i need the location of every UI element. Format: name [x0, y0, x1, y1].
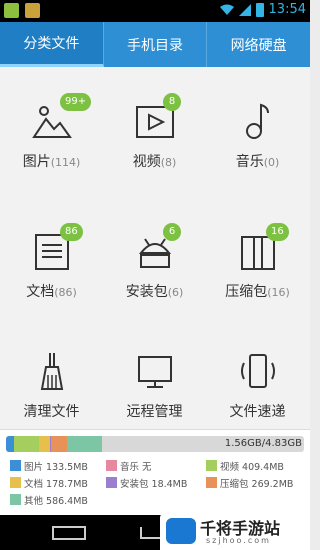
badge-archives: 16	[266, 223, 289, 241]
category-label: 图片	[22, 154, 51, 170]
watermark-logo	[166, 518, 196, 544]
storage-segment	[14, 436, 39, 452]
legend-apks: 安装包 18.4MB	[106, 477, 188, 490]
legend-label: 安装包 18.4MB	[120, 479, 188, 490]
legend-swatch	[10, 477, 21, 488]
category-archives[interactable]: 16 压缩包(16)	[206, 197, 309, 317]
storage-panel: 1.56GB/4.83GB 图片 133.5MB 音乐 无 视频 409.4MB…	[0, 429, 310, 515]
monitor-icon	[137, 356, 172, 388]
category-apks[interactable]: 6 安装包(6)	[103, 197, 206, 317]
storage-segment	[67, 436, 102, 452]
category-remote[interactable]: 远程管理	[103, 317, 206, 437]
legend-swatch	[106, 477, 117, 488]
legend-documents: 文档 178.7MB	[10, 477, 88, 490]
category-transfer[interactable]: 文件速递	[206, 317, 309, 437]
tab-phone-directory[interactable]: 手机目录	[104, 22, 208, 67]
category-grid: 99+ 图片(114) 8 视频(8) 音乐(0) 86 文档(86) 6 安装…	[0, 67, 310, 429]
phone-transfer-icon	[240, 354, 275, 388]
category-images[interactable]: 99+ 图片(114)	[0, 67, 103, 187]
category-count: (6)	[167, 286, 184, 299]
battery-icon	[255, 2, 264, 17]
android-icon	[4, 3, 19, 18]
badge-videos: 8	[163, 93, 181, 111]
category-count: (86)	[54, 286, 77, 299]
signal-icon	[238, 3, 251, 16]
app-icon	[25, 3, 40, 18]
tab-bar: 分类文件 手机目录 网络硬盘	[0, 22, 310, 67]
legend-swatch	[206, 477, 217, 488]
wifi-icon	[219, 4, 234, 15]
category-label: 远程管理	[126, 404, 183, 420]
legend-music: 音乐 无	[106, 460, 152, 473]
legend-swatch	[10, 494, 21, 505]
category-label: 文件速递	[229, 404, 286, 420]
watermark-subtitle: szjhoo.com	[206, 536, 271, 545]
status-bar: 13:54	[0, 0, 310, 22]
category-clean[interactable]: 清理文件	[0, 317, 103, 437]
category-documents[interactable]: 86 文档(86)	[0, 197, 103, 317]
legend-label: 音乐 无	[120, 462, 152, 473]
category-label: 清理文件	[23, 404, 80, 420]
badge-documents: 86	[60, 223, 83, 241]
legend-label: 压缩包 269.2MB	[220, 479, 294, 490]
badge-images: 99+	[60, 93, 92, 111]
category-count: (114)	[50, 156, 81, 169]
legend-videos: 视频 409.4MB	[206, 460, 284, 473]
category-count: (8)	[160, 156, 177, 169]
legend-archives: 压缩包 269.2MB	[206, 477, 294, 490]
watermark: 千将手游站 szjhoo.com	[160, 512, 310, 550]
storage-segment	[39, 436, 50, 452]
tab-cloud-drive[interactable]: 网络硬盘	[207, 22, 310, 67]
category-videos[interactable]: 8 视频(8)	[103, 67, 206, 187]
status-time: 13:54	[268, 2, 306, 17]
category-count: (16)	[267, 286, 290, 299]
legend-swatch	[106, 460, 117, 471]
category-music[interactable]: 音乐(0)	[206, 67, 309, 187]
legend-images: 图片 133.5MB	[10, 460, 88, 473]
badge-apks: 6	[163, 223, 181, 241]
category-label: 安装包	[125, 284, 168, 300]
category-count: (0)	[263, 156, 280, 169]
legend-other: 其他 586.4MB	[10, 494, 88, 507]
legend-label: 文档 178.7MB	[24, 479, 88, 490]
category-label: 视频	[132, 154, 161, 170]
storage-segment	[51, 436, 67, 452]
music-icon	[245, 103, 269, 139]
category-label: 压缩包	[225, 284, 268, 300]
storage-segment	[6, 436, 14, 452]
legend-swatch	[10, 460, 21, 471]
broom-icon	[40, 353, 63, 390]
legend-label: 其他 586.4MB	[24, 496, 88, 507]
tab-categories[interactable]: 分类文件	[0, 22, 104, 67]
category-label: 文档	[26, 284, 55, 300]
category-label: 音乐	[235, 154, 264, 170]
legend-swatch	[206, 460, 217, 471]
legend-label: 视频 409.4MB	[220, 462, 284, 473]
legend-label: 图片 133.5MB	[24, 462, 88, 473]
back-icon[interactable]	[52, 526, 86, 540]
storage-total: 1.56GB/4.83GB	[224, 438, 302, 449]
